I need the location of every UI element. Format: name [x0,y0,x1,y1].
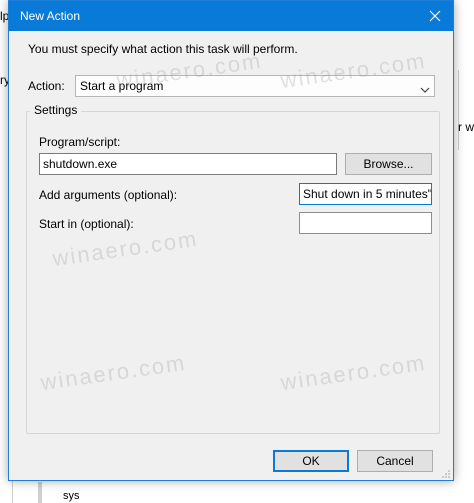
arguments-input[interactable]: Shut down in 5 minutes" [299,183,432,205]
browse-button[interactable]: Browse... [345,153,432,175]
arguments-value: Shut down in 5 minutes" [303,187,432,201]
arguments-label: Add arguments (optional): [39,188,178,202]
background-text-fragment: r wh [458,120,474,134]
cancel-button[interactable]: Cancel [357,450,433,472]
chevron-down-icon [420,82,430,96]
settings-group-label: Settings [30,103,82,117]
dialog-titlebar[interactable]: New Action [9,1,453,31]
program-script-input[interactable]: shutdown.exe [39,153,337,175]
start-in-input[interactable] [299,212,432,234]
close-button[interactable] [423,4,447,28]
background-scrollbar [38,482,42,503]
action-dropdown[interactable]: Start a program [75,75,435,97]
start-in-label: Start in (optional): [39,217,134,231]
browse-button-label: Browse... [363,157,414,171]
action-dropdown-value: Start a program [80,79,164,93]
instruction-text: You must specify what action this task w… [28,42,298,56]
dialog-title: New Action [20,9,81,23]
background-divider-right [458,70,459,150]
ok-button[interactable]: OK [273,450,349,472]
background-text-fragment: sys [63,490,80,502]
program-script-label: Program/script: [39,135,121,149]
ok-button-label: OK [302,454,320,468]
action-label: Action: [28,79,65,93]
cancel-button-label: Cancel [376,454,414,468]
close-icon [429,10,441,22]
program-script-value: shutdown.exe [43,157,118,171]
new-action-dialog: New Action You must specify what action … [8,0,454,481]
resize-grip-icon[interactable] [441,468,451,478]
